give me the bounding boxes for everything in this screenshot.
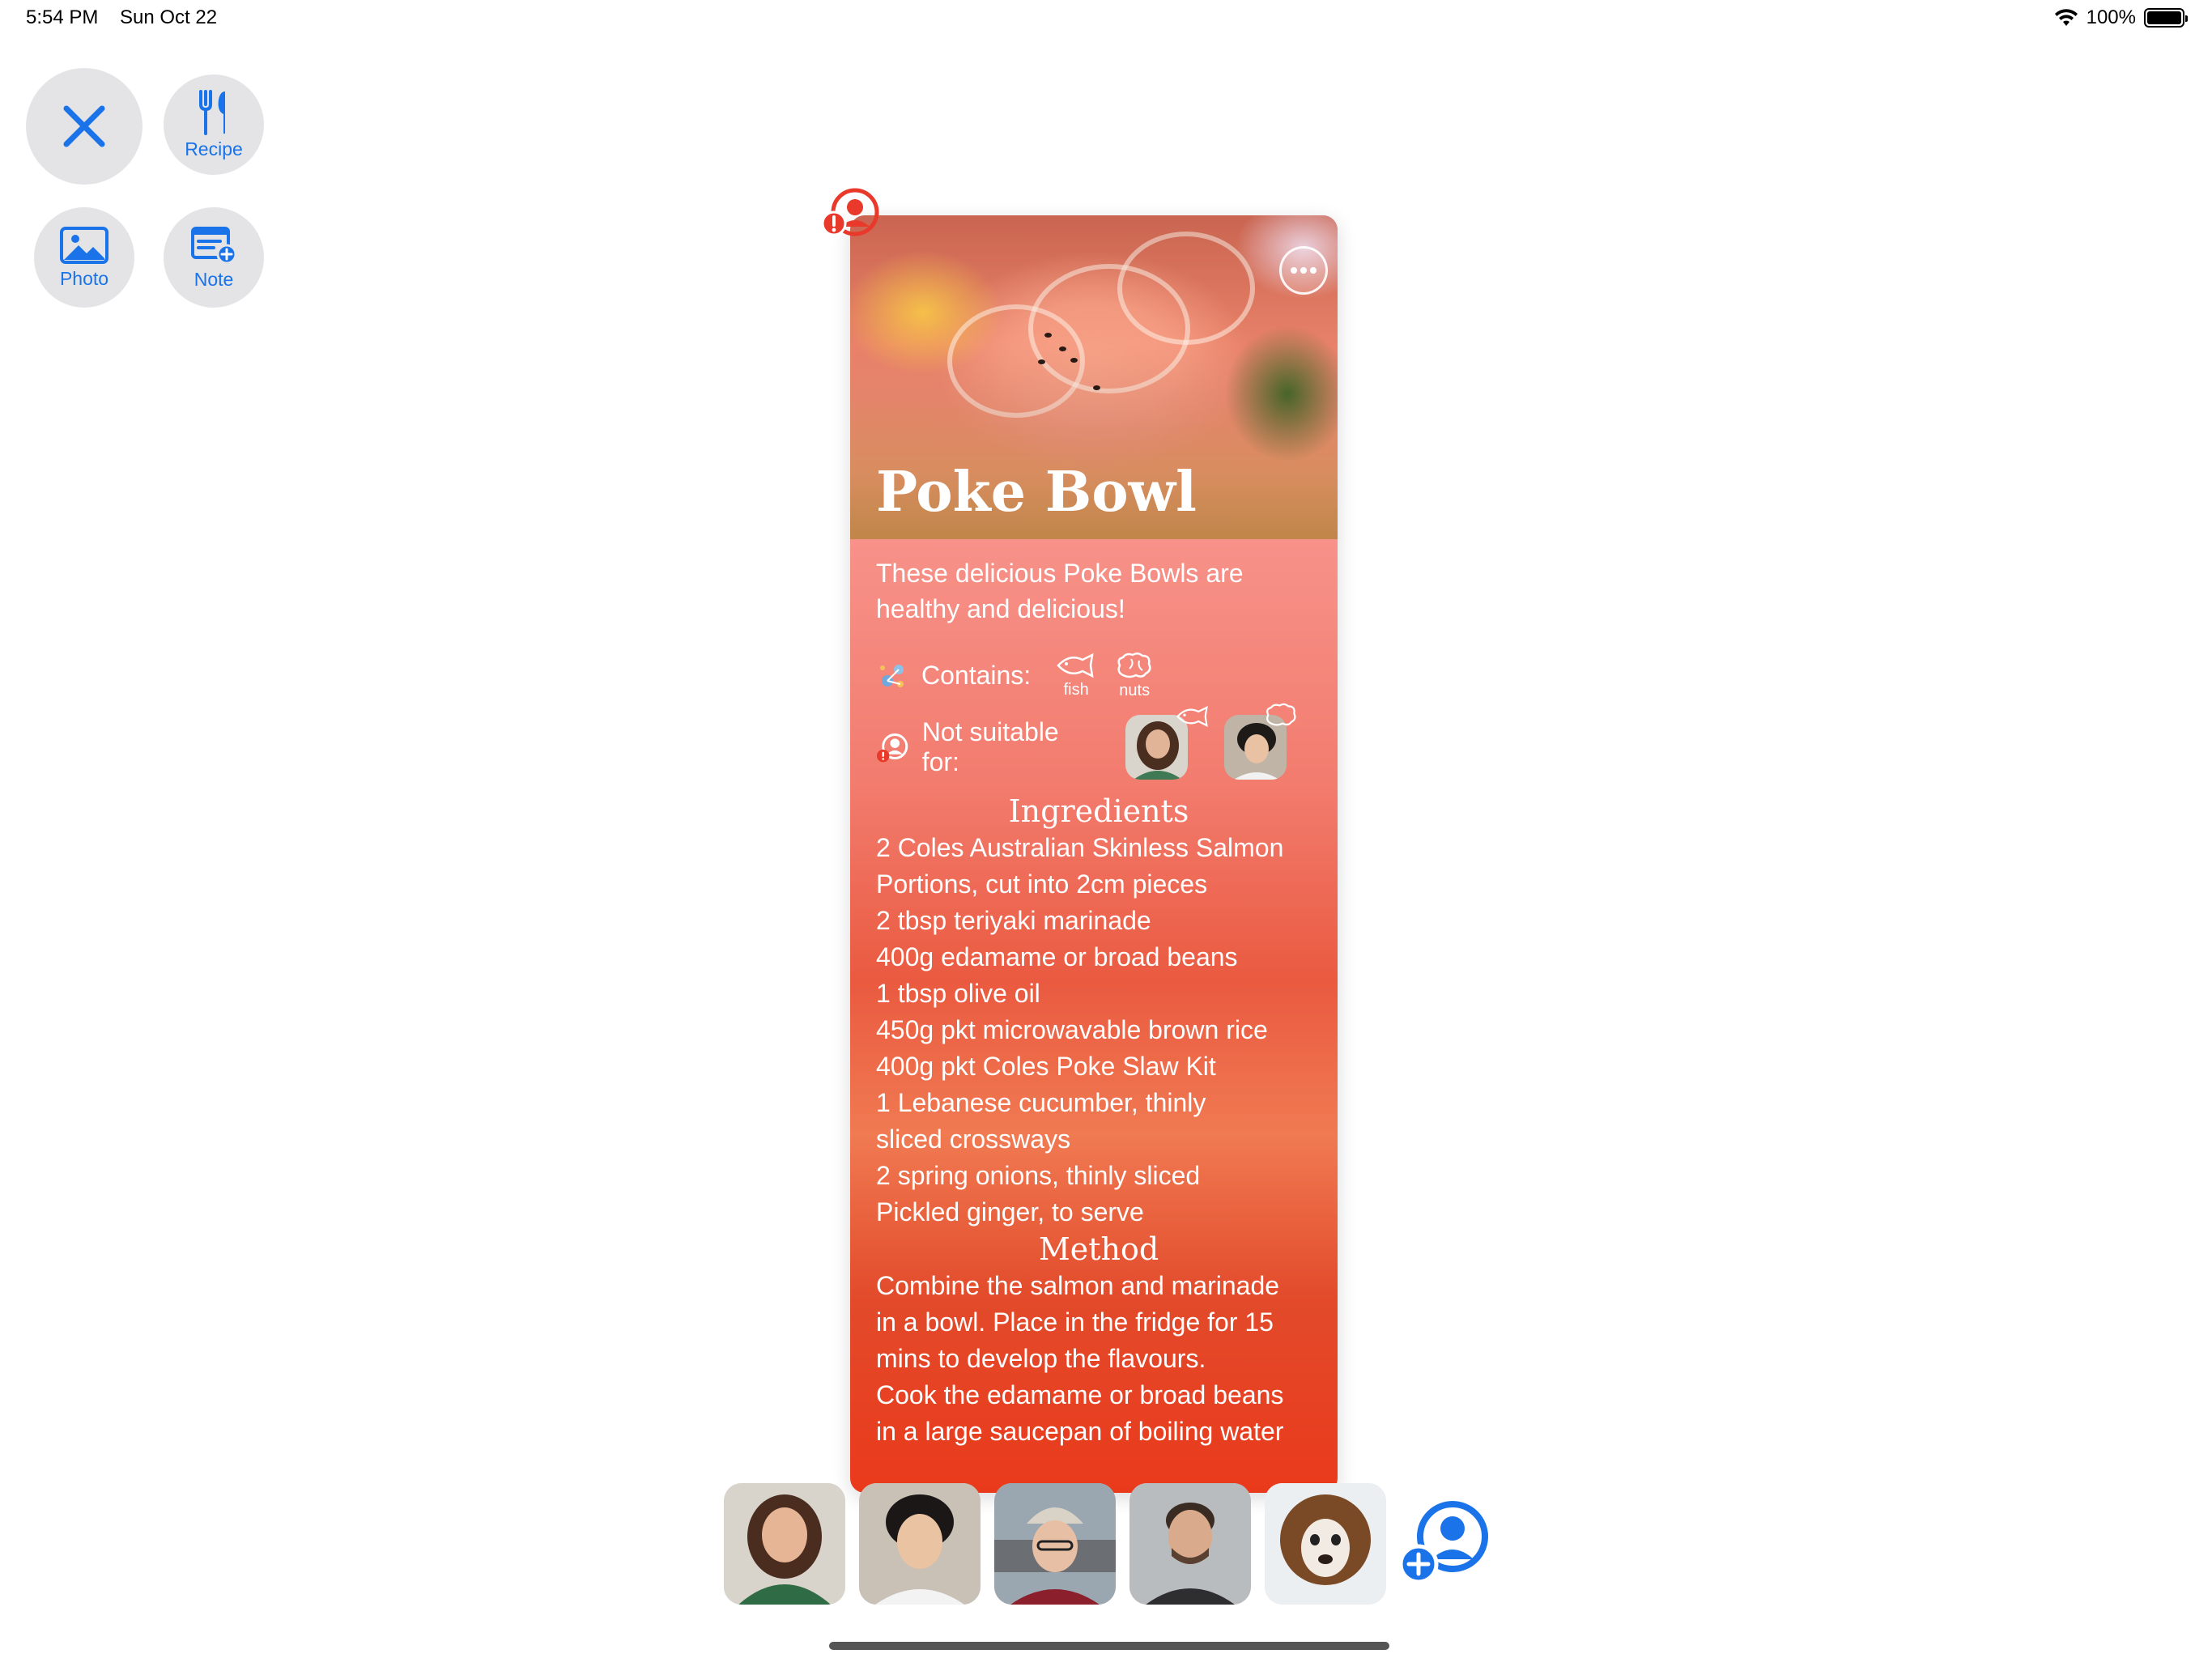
photo-button[interactable]: Photo [34,207,134,308]
person-alert-badge-icon[interactable] [821,188,883,241]
status-right: 100% [2054,6,2188,29]
participant-tile-4[interactable] [1129,1483,1251,1605]
ingredient-line: 400g edamame or broad beans [876,942,1238,971]
recipe-description: These delicious Poke Bowls are healthy a… [876,559,1244,623]
allergen-molecule-icon [880,664,904,687]
ingredient-line: sliced crossways [876,1124,1071,1154]
participant-tile-2[interactable] [859,1483,981,1605]
note-label: Note [194,268,234,290]
ellipsis-icon [1291,267,1317,274]
ingredient-line: Portions, cut into 2cm pieces [876,869,1208,899]
screen: 5:54 PM Sun Oct 22 100% Recipe Photo Not… [0,0,2212,1658]
ingredient-line: 2 tbsp teriyaki marinade [876,906,1151,935]
ingredient-line: Pickled ginger, to serve [876,1197,1144,1226]
note-button[interactable]: Note [164,207,264,308]
wifi-icon [2054,9,2078,26]
close-icon [63,105,105,147]
method-line: Cook the edamame or broad beans [876,1380,1284,1409]
status-time: 5:54 PM [26,6,99,28]
recipe-label: Recipe [185,138,243,159]
note-add-icon [191,226,237,264]
recipe-button[interactable]: Recipe [164,74,264,175]
more-options-button[interactable] [1279,246,1328,295]
participant-tile-5[interactable] [1265,1483,1386,1605]
fork-knife-icon [199,89,225,135]
ingredient-line: 400g pkt Coles Poke Slaw Kit [876,1052,1216,1081]
method-line: Combine the salmon and marinade [876,1271,1280,1300]
method-list: Combine the salmon and marinade in a bow… [876,1268,1321,1450]
add-person-icon[interactable] [1397,1494,1495,1592]
allergen-nuts: nuts [1115,651,1154,700]
participant-tile-3[interactable] [994,1483,1116,1605]
ingredient-line: 450g pkt microwavable brown rice [876,1015,1268,1044]
ingredient-line: 1 tbsp olive oil [876,979,1040,1008]
contains-row: Contains: fish nuts [876,651,1321,700]
ingredients-title: Ingredients [1008,793,1189,829]
home-indicator[interactable] [829,1642,1389,1650]
close-button[interactable] [26,68,143,185]
status-date: Sun Oct 22 [120,6,218,28]
method-line: in a large saucepan of boiling water [876,1417,1284,1446]
brain-nuts-icon [1117,653,1151,678]
battery-icon [2144,8,2188,28]
ingredients-list: 2 Coles Australian Skinless Salmon Porti… [876,830,1321,1231]
method-line: mins to develop the flavours. [876,1344,1206,1373]
recipe-title: Poke Bowl [876,460,1197,525]
ingredient-line: 1 Lebanese cucumber, thinly [876,1088,1206,1117]
method-title: Method [1038,1231,1159,1267]
photo-label: Photo [59,267,109,289]
allergen-fish: fish [1055,652,1097,699]
photo-icon [60,226,108,264]
ingredient-line: 2 Coles Australian Skinless Salmon [876,833,1284,862]
fish-icon [1176,705,1209,728]
method-line: in a bowl. Place in the fridge for 15 [876,1307,1274,1337]
fish-icon [1057,653,1094,678]
person-alert-icon [876,733,908,763]
not-suitable-label: Not suitable for: [921,717,1059,776]
not-suitable-row: Not suitable for: [876,703,1321,780]
brain-nuts-icon [1266,703,1296,726]
ingredient-line: 2 spring onions, thinly sliced [876,1161,1201,1190]
contains-label: Contains: [921,661,1032,690]
recipe-content: These delicious Poke Bowls are healthy a… [876,555,1321,1450]
recipe-card[interactable]: Poke Bowl These delicious Poke Bowls are… [850,215,1338,1493]
participant-tile-1[interactable] [724,1483,845,1605]
battery-percent: 100% [2086,6,2136,28]
